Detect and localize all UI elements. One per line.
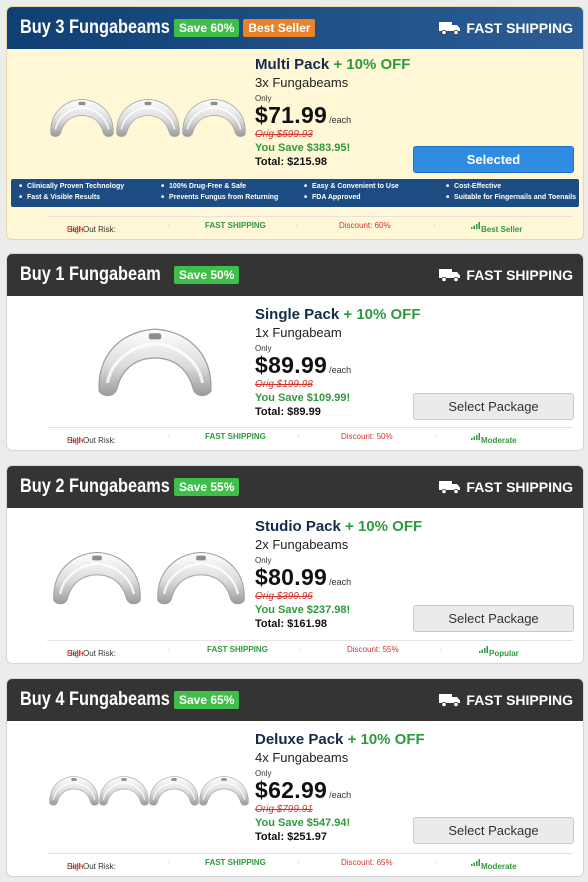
strip-tag: Best Seller	[471, 221, 522, 234]
pack-name: Studio Pack + 10% OFF	[255, 518, 423, 535]
original-price: Orig $799.91	[255, 804, 313, 815]
truck-icon	[439, 21, 461, 35]
feature-item: Easy & Convenient to Use	[304, 183, 399, 190]
signal-bars-icon	[471, 858, 481, 866]
total-price: Total: $161.98	[255, 618, 327, 630]
pack-quantity: 1x Fungabeam	[255, 325, 342, 340]
signal-bars-icon	[471, 221, 481, 229]
info-strip: Sell-Out Risk: High · FAST SHIPPING · Di…	[47, 640, 573, 658]
price: $71.99	[255, 102, 328, 128]
original-price: Orig $599.93	[255, 129, 313, 140]
price: $80.99	[255, 564, 328, 590]
card-header: Buy 4 Fungabeams Save 65% FAST SHIPPING	[7, 679, 583, 721]
each-label: /each	[329, 365, 352, 375]
total-price: Total: $215.98	[255, 156, 327, 168]
signal-bars-icon	[471, 432, 481, 440]
you-save: You Save $383.95!	[255, 142, 351, 154]
package-card-single[interactable]: Buy 1 Fungabeam Save 50% FAST SHIPPING S…	[6, 253, 584, 451]
card-header: Buy 1 Fungabeam Save 50% FAST SHIPPING	[7, 254, 583, 296]
info-strip: Sell-Out Risk: High · FAST SHIPPING · Di…	[47, 427, 573, 445]
you-save: You Save $237.98!	[255, 604, 351, 616]
pack-quantity: 3x Fungabeams	[255, 75, 349, 90]
pack-name: Deluxe Pack + 10% OFF	[255, 731, 425, 748]
package-card-studio[interactable]: Buy 2 Fungabeams Save 55% FAST SHIPPING …	[6, 465, 584, 664]
fast-shipping-label: FAST SHIPPING	[439, 7, 573, 49]
total-price: Total: $251.97	[255, 831, 327, 843]
truck-icon	[439, 268, 461, 282]
original-price: Orig $399.96	[255, 591, 313, 602]
feature-item: Fast & Visible Results	[19, 194, 100, 201]
card-title: Buy 4 Fungabeams	[20, 689, 170, 710]
each-label: /each	[329, 577, 352, 587]
save-badge: Save 60%	[174, 19, 240, 37]
strip-discount: Discount: 65%	[341, 858, 393, 867]
original-price: Orig $199.98	[255, 379, 313, 390]
info-strip: Sell-Out Risk: High · FAST SHIPPING · Di…	[47, 216, 573, 234]
strip-tag: Popular	[479, 645, 519, 658]
strip-discount: Discount: 55%	[347, 645, 399, 654]
fast-shipping-label: FAST SHIPPING	[439, 254, 573, 296]
strip-tag: Moderate	[471, 432, 517, 445]
truck-icon	[439, 480, 461, 494]
feature-item: 100% Drug-Free & Safe	[161, 183, 246, 190]
card-header: Buy 2 Fungabeams Save 55% FAST SHIPPING	[7, 466, 583, 508]
truck-icon	[439, 693, 461, 707]
each-label: /each	[329, 115, 352, 125]
price: $89.99	[255, 352, 328, 378]
feature-item: FDA Approved	[304, 194, 360, 201]
feature-item: Suitable for Fingernails and Toenails	[446, 194, 576, 201]
package-card-deluxe[interactable]: Buy 4 Fungabeams Save 65% FAST SHIPPING …	[6, 678, 584, 877]
strip-discount: Discount: 50%	[341, 432, 393, 441]
you-save: You Save $109.99!	[255, 392, 351, 404]
total-price: Total: $89.99	[255, 406, 321, 418]
strip-shipping: FAST SHIPPING	[205, 221, 266, 230]
strip-discount: Discount: 60%	[339, 221, 391, 230]
package-card-multi[interactable]: Buy 3 Fungabeams Save 60% Best Seller FA…	[6, 6, 584, 240]
strip-shipping: FAST SHIPPING	[205, 858, 266, 867]
info-strip: Sell-Out Risk: High · FAST SHIPPING · Di…	[47, 853, 573, 871]
pack-name: Multi Pack + 10% OFF	[255, 56, 411, 73]
feature-item: Prevents Fungus from Returning	[161, 194, 278, 201]
you-save: You Save $547.94!	[255, 817, 351, 829]
save-badge: Save 55%	[174, 478, 240, 496]
pack-quantity: 2x Fungabeams	[255, 537, 349, 552]
pack-quantity: 4x Fungabeams	[255, 750, 349, 765]
strip-shipping: FAST SHIPPING	[205, 432, 266, 441]
save-badge: Save 65%	[174, 691, 240, 709]
feature-item: Clinically Proven Technology	[19, 183, 124, 190]
fast-shipping-label: FAST SHIPPING	[439, 679, 573, 721]
card-title: Buy 3 Fungabeams	[20, 17, 170, 38]
strip-shipping: FAST SHIPPING	[207, 645, 268, 654]
card-title: Buy 2 Fungabeams	[20, 476, 170, 497]
each-label: /each	[329, 790, 352, 800]
best-seller-badge: Best Seller	[243, 19, 316, 37]
pack-name: Single Pack + 10% OFF	[255, 306, 421, 323]
selected-button[interactable]: Selected	[413, 146, 574, 173]
fast-shipping-label: FAST SHIPPING	[439, 466, 573, 508]
card-title: Buy 1 Fungabeam	[20, 264, 161, 285]
card-header: Buy 3 Fungabeams Save 60% Best Seller FA…	[7, 7, 583, 49]
signal-bars-icon	[479, 645, 489, 653]
select-package-button[interactable]: Select Package	[413, 817, 574, 844]
features-bar: Clinically Proven Technology 100% Drug-F…	[11, 179, 579, 207]
price: $62.99	[255, 777, 328, 803]
strip-tag: Moderate	[471, 858, 517, 871]
select-package-button[interactable]: Select Package	[413, 605, 574, 632]
save-badge: Save 50%	[174, 266, 240, 284]
product-image	[93, 310, 217, 409]
select-package-button[interactable]: Select Package	[413, 393, 574, 420]
feature-item: Cost-Effective	[446, 183, 501, 190]
